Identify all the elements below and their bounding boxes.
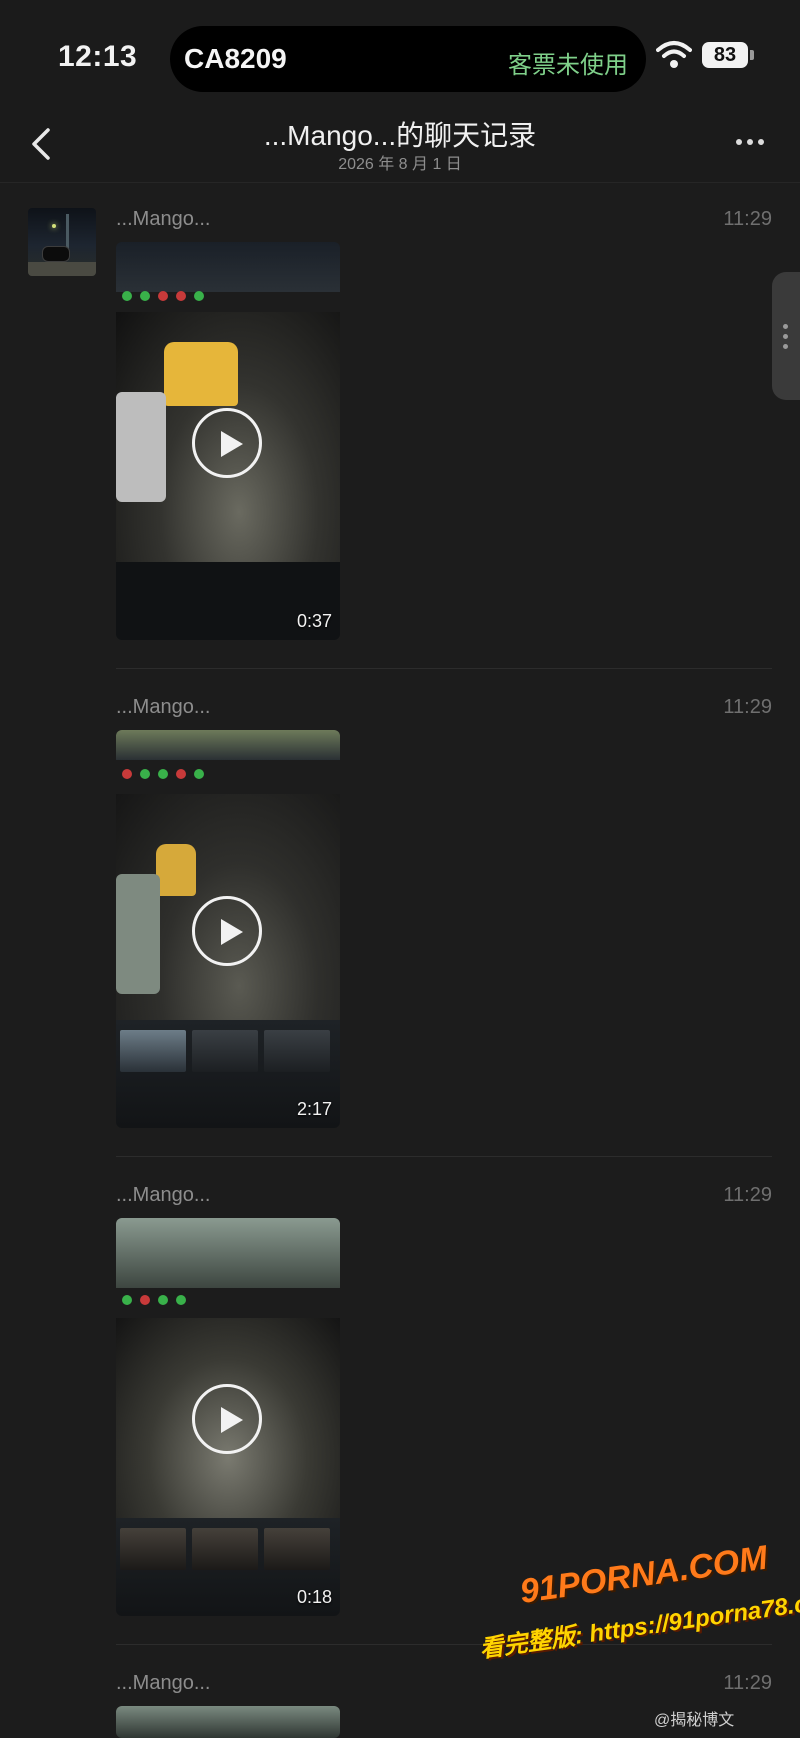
sender-name: ...Mango... xyxy=(116,1184,211,1206)
message-item: ...Mango... 11:29 2:17 xyxy=(116,696,772,1136)
divider xyxy=(116,668,772,669)
message-time: 11:29 xyxy=(723,208,772,230)
message-time: 11:29 xyxy=(723,1184,772,1206)
dynamic-island[interactable]: CA8209 客票未使用 xyxy=(170,26,646,92)
video-duration: 0:37 xyxy=(296,611,332,631)
video-thumbnail[interactable]: 2:17 xyxy=(116,730,340,1128)
avatar[interactable] xyxy=(28,208,96,276)
video-thumbnail[interactable]: 0:18 xyxy=(116,1218,340,1616)
status-time: 12:13 xyxy=(58,40,138,73)
message-item: ...Mango... 11:29 0:37 xyxy=(116,208,772,648)
scroll-handle[interactable] xyxy=(772,272,800,400)
sender-name: ...Mango... xyxy=(116,696,211,718)
sender-name: ...Mango... xyxy=(116,1672,211,1694)
wifi-icon xyxy=(656,41,692,68)
flight-number: CA8209 xyxy=(184,43,287,74)
battery-cap xyxy=(750,50,754,60)
battery-icon: 83 xyxy=(702,42,748,68)
weibo-watermark: @揭秘博文 xyxy=(654,1712,735,1729)
message-time: 11:29 xyxy=(723,696,772,718)
play-icon xyxy=(192,1384,262,1454)
video-duration: 0:18 xyxy=(296,1587,332,1607)
sender-name: ...Mango... xyxy=(116,208,211,230)
nav-bar: ...Mango...的聊天记录 2026 年 8 月 1 日 xyxy=(0,110,800,183)
play-icon xyxy=(192,896,262,966)
page-subtitle-date: 2026 年 8 月 1 日 xyxy=(338,156,462,173)
video-thumbnail[interactable] xyxy=(116,1706,340,1738)
message-time: 11:29 xyxy=(723,1672,772,1694)
page-title: ...Mango...的聊天记录 xyxy=(263,120,537,151)
video-duration: 2:17 xyxy=(296,1099,332,1119)
play-icon xyxy=(192,408,262,478)
more-icon[interactable] xyxy=(736,132,772,156)
divider xyxy=(116,1156,772,1157)
status-bar: 12:13 CA8209 客票未使用 83 xyxy=(0,0,800,110)
video-thumbnail[interactable]: 0:37 xyxy=(116,242,340,640)
ticket-status: 客票未使用 xyxy=(508,52,628,79)
